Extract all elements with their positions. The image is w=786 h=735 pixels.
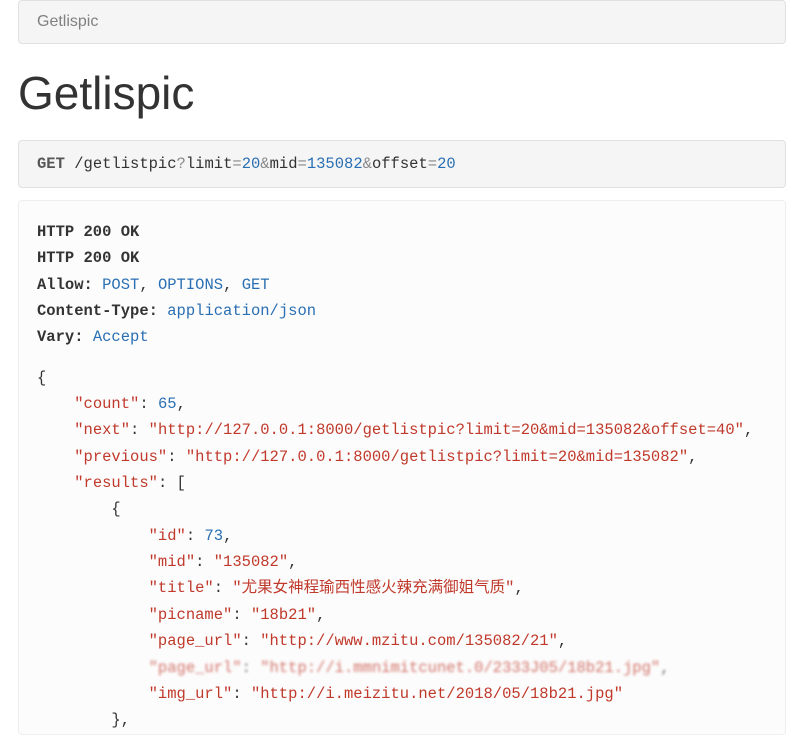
param-val-offset: 20 [437,155,456,173]
json-key-previous: "previous" [74,448,167,466]
vary-value: Accept [93,328,149,346]
content-type-label: Content-Type: [37,302,158,320]
header-content-type: Content-Type: application/json [37,298,767,324]
comma: , [558,632,567,650]
json-key-next: "next" [74,421,130,439]
json-val-next: "http://127.0.0.1:8000/getlistpic?limit=… [149,421,744,439]
comma: , [177,395,186,413]
page-title: Getlispic [18,66,786,120]
json-key-mid: "mid" [149,553,196,571]
param-name-mid: mid [270,155,298,173]
colon: : [214,579,233,597]
question-mark: ? [177,155,186,173]
json-body: { "count": 65, "next": "http://127.0.0.1… [37,365,767,734]
param-name-offset: offset [372,155,428,173]
json-row-obscured: "page_url": "http://i.mmnimitcunet.0/233… [149,659,670,677]
brace-close: } [111,711,120,729]
comma: , [223,527,232,545]
equals: = [298,155,307,173]
colon: : [242,659,261,677]
colon: : [139,395,158,413]
comma: , [288,553,297,571]
request-line: GET /getlistpic?limit=20&mid=135082&offs… [18,140,786,188]
ampersand: & [260,155,269,173]
param-val-mid: 135082 [307,155,363,173]
allow-value-2: GET [242,276,270,294]
ampersand: & [363,155,372,173]
json-val-obscured: "http://i.mmnimitcunet.0/2333J05/18b21.j… [260,659,660,677]
comma: , [121,711,130,729]
colon: : [186,527,205,545]
vary-label: Vary: [37,328,84,346]
http-method: GET [37,155,65,173]
colon: : [232,606,251,624]
json-val-count: 65 [158,395,177,413]
json-key-count: "count" [74,395,139,413]
allow-value-1: OPTIONS [158,276,223,294]
colon: : [ [158,474,186,492]
param-name-limit: limit [186,155,233,173]
colon: : [195,553,214,571]
status-text-2: HTTP 200 OK [37,249,139,267]
status-line: HTTP 200 OK [37,219,767,245]
comma: , [688,448,697,466]
json-key-img-url: "img_url" [149,685,233,703]
json-key-title: "title" [149,579,214,597]
comma: , [223,276,242,294]
equals: = [232,155,241,173]
colon: : [130,421,149,439]
json-key-obscured: "page_url" [149,659,242,677]
colon: : [167,448,186,466]
comma: , [139,276,158,294]
comma: , [514,579,523,597]
param-val-limit: 20 [242,155,261,173]
json-key-results: "results" [74,474,158,492]
brace-open: { [111,500,120,518]
json-val-previous: "http://127.0.0.1:8000/getlistpic?limit=… [186,448,688,466]
json-key-id: "id" [149,527,186,545]
status-line: HTTP 200 OK [37,245,767,271]
colon: : [232,685,251,703]
breadcrumb-item[interactable]: Getlispic [37,13,98,30]
json-val-title: "尤果女神程瑜西性感火辣充满御姐气质" [232,579,514,597]
json-key-picname: "picname" [149,606,233,624]
json-val-mid: "135082" [214,553,288,571]
content-type-value: application/json [167,302,316,320]
json-val-img-url: "http://i.meizitu.net/2018/05/18b21.jpg" [251,685,623,703]
brace-open: { [37,369,46,387]
json-val-id: 73 [204,527,223,545]
equals: = [428,155,437,173]
colon: : [242,632,261,650]
request-path: /getlistpic [74,155,176,173]
json-val-page-url: "http://www.mzitu.com/135082/21" [260,632,558,650]
json-val-picname: "18b21" [251,606,316,624]
comma: , [660,659,669,677]
allow-label: Allow: [37,276,93,294]
header-vary: Vary: Accept [37,324,767,350]
comma: , [744,421,753,439]
header-allow: Allow: POST, OPTIONS, GET [37,272,767,298]
json-key-page-url: "page_url" [149,632,242,650]
status-text-1: HTTP 200 OK [37,223,139,241]
comma: , [316,606,325,624]
allow-value-0: POST [102,276,139,294]
breadcrumb: Getlispic [18,0,786,44]
response-box: HTTP 200 OK HTTP 200 OK Allow: POST, OPT… [18,200,786,735]
